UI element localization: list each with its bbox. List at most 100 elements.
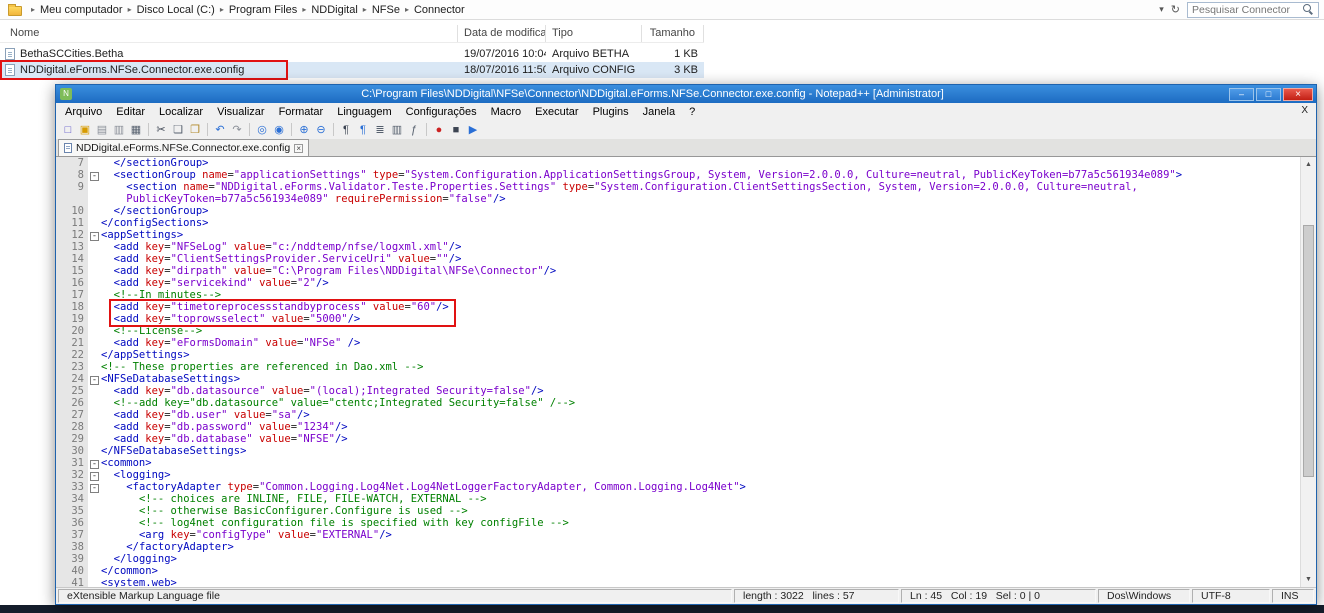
code-line[interactable]: 20 <!--License--> (56, 325, 1300, 337)
title-bar[interactable]: N C:\Program Files\NDDigital\NFSe\Connec… (56, 85, 1316, 103)
breadcrumb-item[interactable]: NDDigital (311, 4, 357, 16)
new-file-icon[interactable]: □ (60, 122, 76, 138)
breadcrumb-arrow-icon[interactable]: ▸ (405, 5, 409, 14)
address-bar[interactable]: ▸Meu computador▸Disco Local (C:)▸Program… (0, 0, 1324, 20)
breadcrumb-arrow-icon[interactable]: ▸ (31, 5, 35, 14)
menu-editar[interactable]: Editar (109, 104, 152, 120)
code-line[interactable]: 40</common> (56, 565, 1300, 577)
taskbar[interactable] (0, 605, 1324, 613)
show-all-characters-icon[interactable]: ¶ (355, 122, 371, 138)
copy-icon[interactable]: ❏ (170, 122, 186, 138)
breadcrumb-item[interactable]: NFSe (372, 4, 400, 16)
menu-executar[interactable]: Executar (528, 104, 585, 120)
column-header-type[interactable]: Tipo (546, 25, 642, 42)
breadcrumb-arrow-icon[interactable]: ▸ (363, 5, 367, 14)
menu-visualizar[interactable]: Visualizar (210, 104, 272, 120)
menu-configuracoes[interactable]: Configurações (399, 104, 484, 120)
code-line[interactable]: 11</configSections> (56, 217, 1300, 229)
code-line[interactable]: 27 <add key="db.user" value="sa"/> (56, 409, 1300, 421)
tab-close-icon[interactable]: × (294, 144, 303, 153)
breadcrumb-item[interactable]: Connector (414, 4, 465, 16)
vertical-scrollbar[interactable]: ▲ ▼ (1300, 157, 1316, 587)
code-line[interactable]: 31-<common> (56, 457, 1300, 469)
code-line[interactable]: 9 <section name="NDDigital.eForms.Valida… (56, 181, 1300, 193)
code-line[interactable]: 24-<NFSeDatabaseSettings> (56, 373, 1300, 385)
menu-plugins[interactable]: Plugins (586, 104, 636, 120)
code-line[interactable]: 41<system.web> (56, 577, 1300, 587)
tab-config-file[interactable]: NDDigital.eForms.NFSe.Connector.exe.conf… (58, 139, 309, 156)
breadcrumb-item[interactable]: Program Files (229, 4, 297, 16)
code-line[interactable]: 33- <factoryAdapter type="Common.Logging… (56, 481, 1300, 493)
find-icon[interactable]: ◎ (254, 122, 270, 138)
column-header-modified[interactable]: Data de modificaç... (458, 25, 546, 42)
code-line[interactable]: 36 <!-- log4net configuration file is sp… (56, 517, 1300, 529)
zoom-out-icon[interactable]: ⊖ (313, 122, 329, 138)
replace-icon[interactable]: ◉ (271, 122, 287, 138)
breadcrumb-item[interactable]: Disco Local (C:) (137, 4, 215, 16)
file-row[interactable]: BethaSCCities.Betha19/07/2016 10:04Arqui… (0, 46, 704, 62)
function-list-icon[interactable]: ƒ (406, 122, 422, 138)
undo-icon[interactable]: ↶ (212, 122, 228, 138)
code-line[interactable]: 37 <arg key="configType" value="EXTERNAL… (56, 529, 1300, 541)
cut-icon[interactable]: ✂ (153, 122, 169, 138)
scroll-down-icon[interactable]: ▼ (1301, 572, 1316, 587)
save-icon[interactable]: ▤ (94, 122, 110, 138)
chevron-down-icon[interactable]: ▾ (1159, 4, 1164, 15)
menu-formatar[interactable]: Formatar (272, 104, 331, 120)
code-line[interactable]: 30</NFSeDatabaseSettings> (56, 445, 1300, 457)
record-macro-icon[interactable]: ● (431, 122, 447, 138)
file-row[interactable]: NDDigital.eForms.NFSe.Connector.exe.conf… (0, 62, 704, 78)
fold-collapse-icon[interactable]: - (88, 481, 101, 493)
code-line[interactable]: 22</appSettings> (56, 349, 1300, 361)
code-line[interactable]: 25 <add key="db.datasource" value="(loca… (56, 385, 1300, 397)
code-line[interactable]: 8- <sectionGroup name="applicationSettin… (56, 169, 1300, 181)
code-line[interactable]: 29 <add key="db.database" value="NFSE"/> (56, 433, 1300, 445)
fold-collapse-icon[interactable]: - (88, 169, 101, 181)
code-line[interactable]: 32- <logging> (56, 469, 1300, 481)
code-line[interactable]: 19 <add key="toprowsselect" value="5000"… (56, 313, 1300, 325)
menu-arquivo[interactable]: Arquivo (58, 104, 109, 120)
fold-collapse-icon[interactable]: - (88, 469, 101, 481)
code-line[interactable]: 13 <add key="NFSeLog" value="c:/nddtemp/… (56, 241, 1300, 253)
code-line[interactable]: 18 <add key="timetoreprocessstandbyproce… (56, 301, 1300, 313)
code-line[interactable]: 15 <add key="dirpath" value="C:\Program … (56, 265, 1300, 277)
code-line[interactable]: 7 </sectionGroup> (56, 157, 1300, 169)
column-header-size[interactable]: Tamanho (642, 25, 704, 42)
stop-macro-icon[interactable]: ■ (448, 122, 464, 138)
play-macro-icon[interactable]: ▶ (465, 122, 481, 138)
code-line[interactable]: 34 <!-- choices are INLINE, FILE, FILE-W… (56, 493, 1300, 505)
code-line[interactable]: 23<!-- These properties are referenced i… (56, 361, 1300, 373)
menu-macro[interactable]: Macro (484, 104, 529, 120)
scrollbar-thumb[interactable] (1303, 225, 1314, 477)
code-line[interactable]: 14 <add key="ClientSettingsProvider.Serv… (56, 253, 1300, 265)
code-line[interactable]: 21 <add key="eFormsDomain" value="NFSe" … (56, 337, 1300, 349)
code-line[interactable]: 38 </factoryAdapter> (56, 541, 1300, 553)
fold-collapse-icon[interactable]: - (88, 373, 101, 385)
document-map-icon[interactable]: ▥ (389, 122, 405, 138)
breadcrumb-arrow-icon[interactable]: ▸ (220, 5, 224, 14)
search-input[interactable]: Pesquisar Connector (1187, 2, 1319, 18)
menubar-close-icon[interactable]: X (1301, 105, 1308, 116)
refresh-icon[interactable]: ↻ (1171, 3, 1180, 16)
code-line[interactable]: 16 <add key="servicekind" value="2"/> (56, 277, 1300, 289)
menu-localizar[interactable]: Localizar (152, 104, 210, 120)
fold-collapse-icon[interactable]: - (88, 457, 101, 469)
print-icon[interactable]: ▦ (128, 122, 144, 138)
code-line[interactable]: PublicKeyToken=b77a5c561934e089" require… (56, 193, 1300, 205)
open-file-icon[interactable]: ▣ (77, 122, 93, 138)
close-button[interactable]: × (1283, 88, 1313, 101)
code-line[interactable]: 26 <!--add key="db.datasource" value="ct… (56, 397, 1300, 409)
column-header-name[interactable]: Nome (0, 25, 458, 42)
scroll-up-icon[interactable]: ▲ (1301, 157, 1316, 172)
code-line[interactable]: 35 <!-- otherwise BasicConfigurer.Config… (56, 505, 1300, 517)
menu-linguagem[interactable]: Linguagem (330, 104, 398, 120)
minimize-button[interactable]: – (1229, 88, 1254, 101)
code-line[interactable]: 12-<appSettings> (56, 229, 1300, 241)
breadcrumb-arrow-icon[interactable]: ▸ (128, 5, 132, 14)
menu-help[interactable]: ? (682, 104, 702, 120)
menu-janela[interactable]: Janela (636, 104, 682, 120)
code-line[interactable]: 39 </logging> (56, 553, 1300, 565)
zoom-in-icon[interactable]: ⊕ (296, 122, 312, 138)
word-wrap-icon[interactable]: ¶ (338, 122, 354, 138)
code-line[interactable]: 28 <add key="db.password" value="1234"/> (56, 421, 1300, 433)
